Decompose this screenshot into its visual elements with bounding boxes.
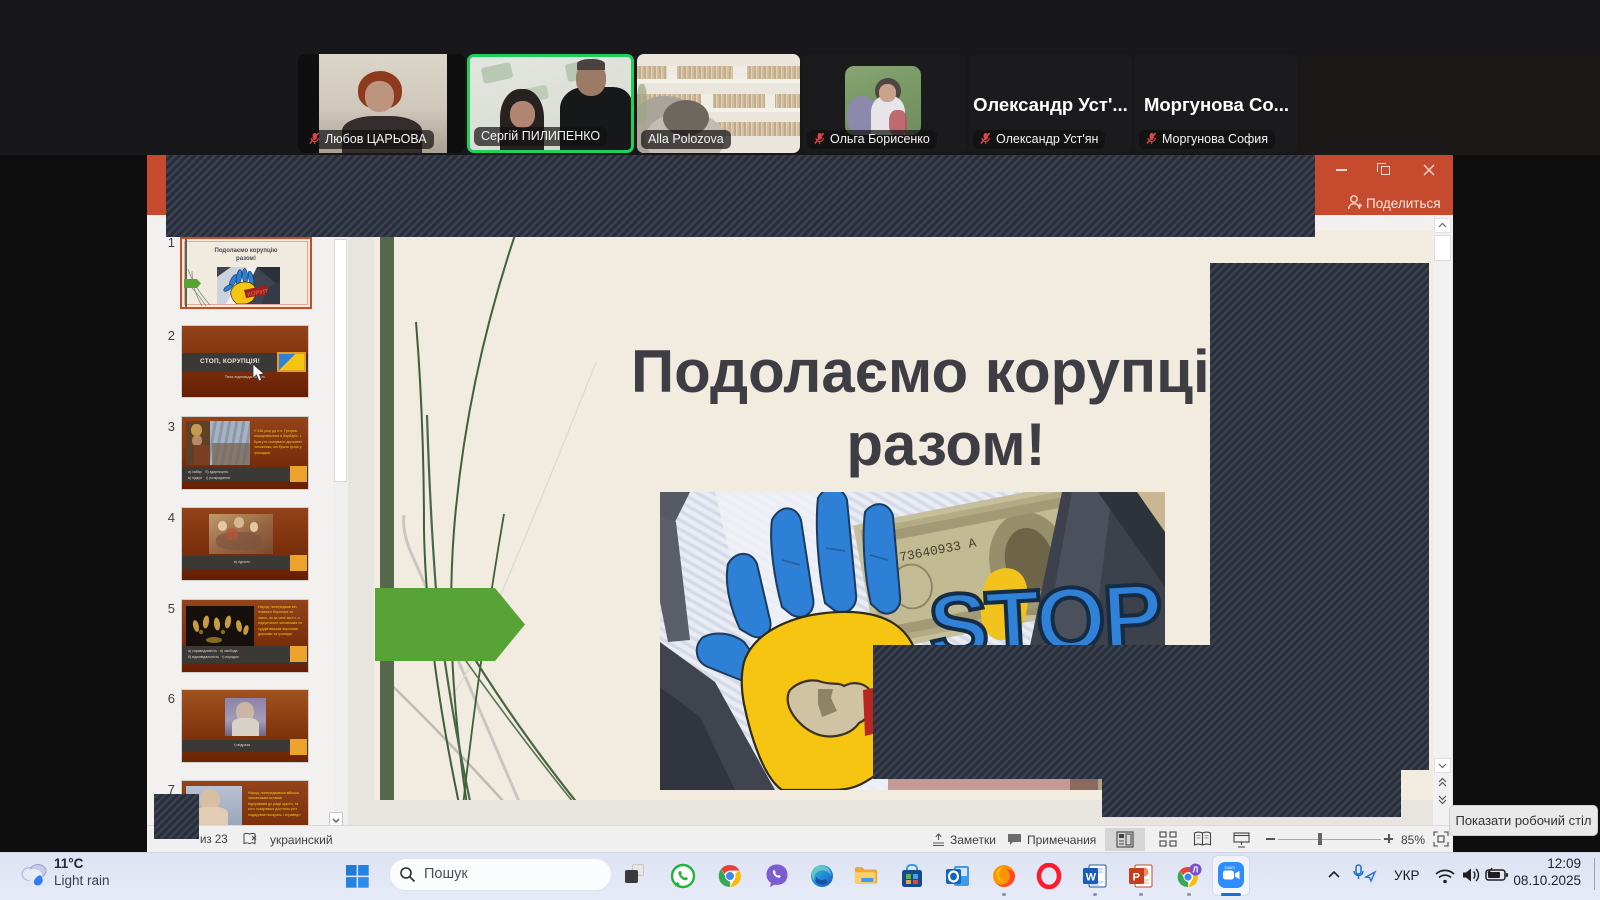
svg-text:zoom: zoom (1225, 865, 1236, 870)
svg-text:Л: Л (1193, 865, 1199, 874)
svg-text:P: P (1133, 872, 1140, 884)
svg-text:W: W (1086, 872, 1097, 884)
